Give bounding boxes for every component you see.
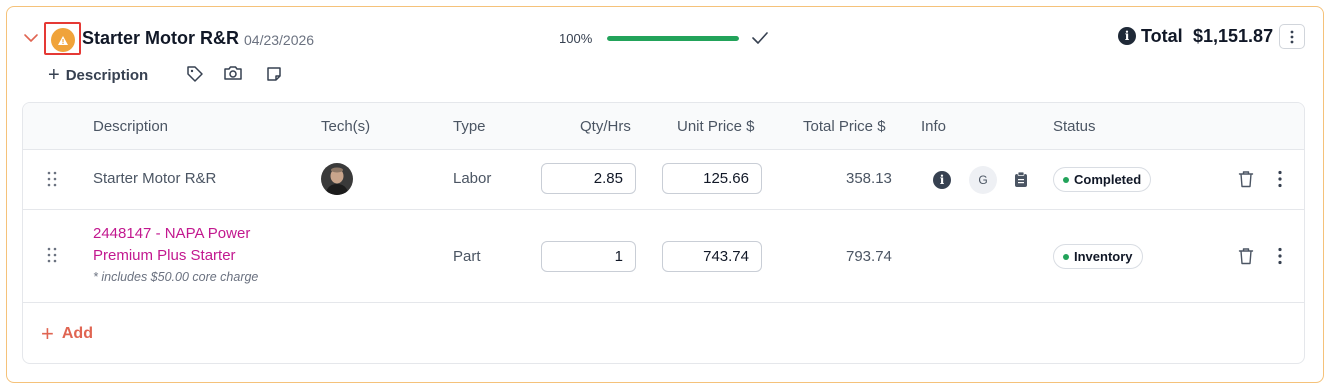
job-menu-button[interactable] bbox=[1279, 24, 1305, 49]
status-dot bbox=[1063, 253, 1069, 260]
header-techs: Tech(s) bbox=[321, 118, 371, 135]
add-line-item-button[interactable]: + Add bbox=[41, 323, 93, 345]
part-note: * includes $50.00 core charge bbox=[93, 270, 259, 284]
table-row: Starter Motor R&R Labor 358.13 i G bbox=[23, 150, 1304, 210]
qty-input[interactable] bbox=[541, 241, 636, 272]
status-label: Completed bbox=[1074, 172, 1142, 187]
warning-triangle-icon bbox=[51, 28, 75, 52]
header-qty: Qty/Hrs bbox=[580, 118, 631, 135]
header-unit-price: Unit Price $ bbox=[677, 118, 755, 135]
plus-icon: + bbox=[41, 321, 54, 346]
part-link[interactable]: 2448147 - NAPA Power Premium Plus Starte… bbox=[93, 223, 293, 267]
clipboard-icon[interactable] bbox=[1014, 171, 1028, 188]
info-icon[interactable]: i bbox=[1118, 27, 1136, 45]
job-date: 04/23/2026 bbox=[244, 32, 315, 48]
chevron-down-icon[interactable] bbox=[23, 32, 39, 44]
header-info: Info bbox=[921, 118, 947, 135]
info-icon[interactable]: i bbox=[933, 171, 951, 189]
status-label: Inventory bbox=[1074, 249, 1133, 264]
row-menu-icon[interactable] bbox=[1277, 247, 1283, 265]
table-header: Description Tech(s) Type Qty/Hrs Unit Pr… bbox=[23, 103, 1304, 150]
status-dot bbox=[1063, 176, 1069, 183]
drag-handle-icon[interactable] bbox=[46, 170, 58, 188]
qty-input[interactable] bbox=[541, 163, 636, 194]
avatar[interactable] bbox=[321, 163, 353, 195]
plus-icon: + bbox=[48, 64, 60, 86]
unit-price-input[interactable] bbox=[662, 241, 762, 272]
progress-fill bbox=[607, 36, 739, 41]
job-card: Starter Motor R&R 04/23/2026 100% i Tota… bbox=[6, 6, 1324, 383]
warning-indicator[interactable] bbox=[44, 22, 81, 55]
note-icon[interactable] bbox=[265, 65, 283, 83]
total-label: Total bbox=[1141, 26, 1183, 46]
tag-icon[interactable] bbox=[186, 65, 204, 83]
progress-percent: 100% bbox=[559, 31, 593, 46]
add-description-label: Description bbox=[65, 66, 149, 84]
total-value: $1,151.87 bbox=[1193, 26, 1274, 46]
drag-handle-icon[interactable] bbox=[46, 246, 58, 264]
kebab-icon bbox=[1290, 30, 1294, 43]
header-description: Description bbox=[93, 118, 169, 135]
row-total-price: 358.13 bbox=[846, 170, 892, 187]
header-status: Status bbox=[1053, 118, 1096, 135]
row-type: Part bbox=[453, 248, 481, 265]
status-badge[interactable]: Inventory bbox=[1053, 244, 1143, 269]
progress-bar bbox=[607, 36, 739, 41]
line-items-table: Description Tech(s) Type Qty/Hrs Unit Pr… bbox=[22, 102, 1305, 364]
row-description: Starter Motor R&R bbox=[93, 170, 217, 187]
add-description-button[interactable]: + Description bbox=[48, 65, 148, 85]
row-menu-icon[interactable] bbox=[1277, 170, 1283, 188]
row-total-price: 793.74 bbox=[846, 248, 892, 265]
g-badge[interactable]: G bbox=[969, 166, 997, 194]
trash-icon[interactable] bbox=[1238, 247, 1254, 265]
add-label: Add bbox=[61, 325, 93, 342]
row-type: Labor bbox=[453, 170, 492, 187]
unit-price-input[interactable] bbox=[662, 163, 762, 194]
header-total-price: Total Price $ bbox=[803, 118, 886, 135]
status-badge[interactable]: Completed bbox=[1053, 167, 1152, 192]
trash-icon[interactable] bbox=[1238, 170, 1254, 188]
camera-icon[interactable] bbox=[223, 64, 243, 82]
table-row: 2448147 - NAPA Power Premium Plus Starte… bbox=[23, 210, 1304, 303]
job-title: Starter Motor R&R bbox=[82, 28, 240, 48]
check-icon bbox=[752, 32, 768, 44]
header-type: Type bbox=[453, 118, 486, 135]
